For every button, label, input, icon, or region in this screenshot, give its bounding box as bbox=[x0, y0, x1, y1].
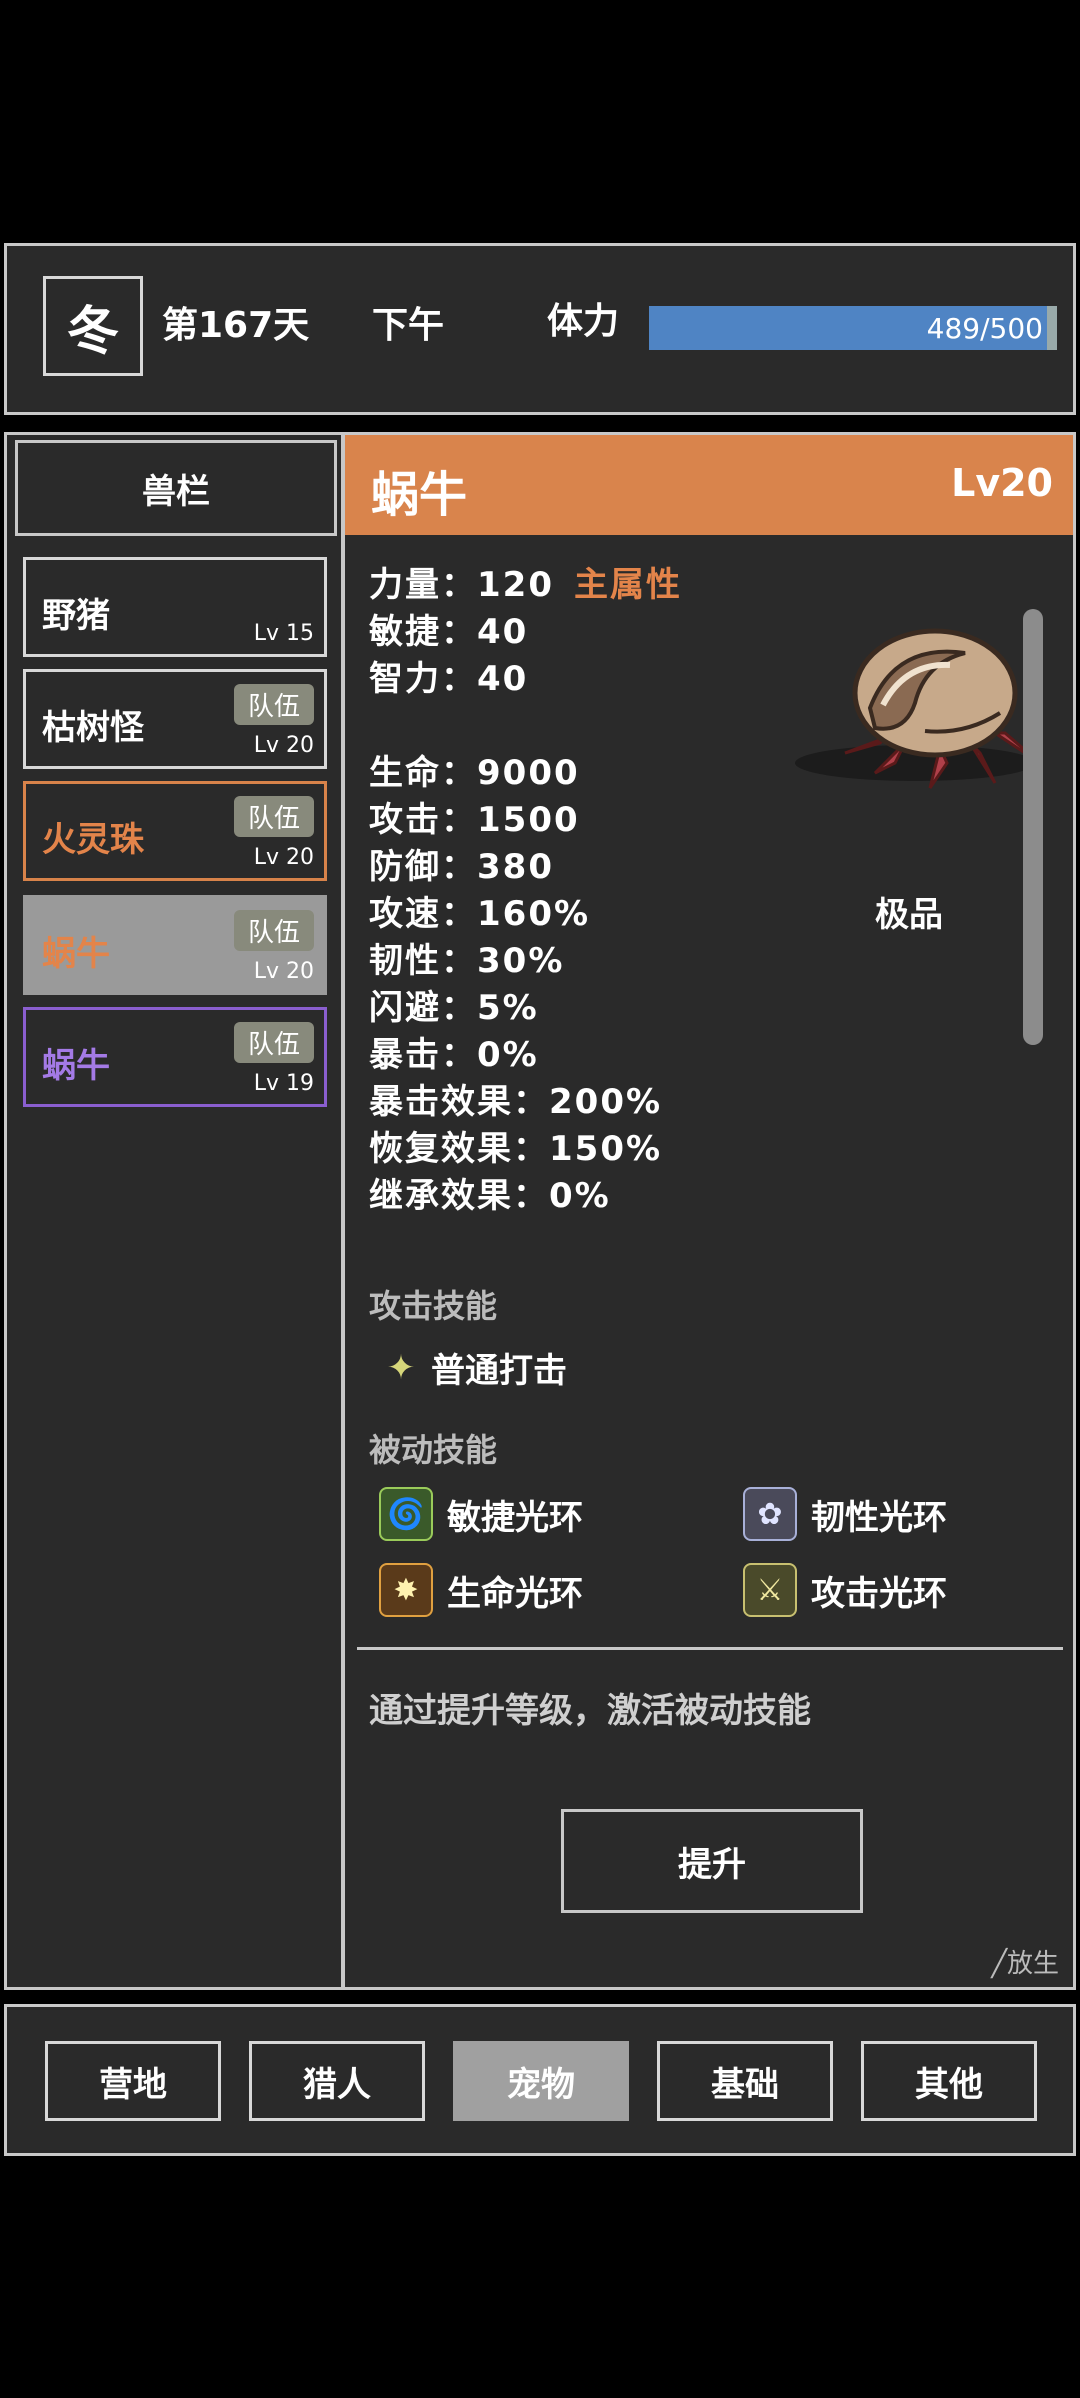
sword-icon: ⚔ bbox=[743, 1563, 797, 1617]
pet-name: 枯树怪 bbox=[42, 708, 144, 748]
stamina-value: 489/500 bbox=[926, 312, 1043, 345]
pet-list-title: 兽栏 bbox=[15, 440, 337, 536]
stat-crit: 暴击：0% bbox=[369, 1035, 539, 1075]
stamina-bar: 489/500 bbox=[649, 306, 1057, 350]
skill-attack-aura[interactable]: ⚔ 攻击光环 bbox=[743, 1563, 947, 1617]
quality-label: 极品 bbox=[875, 895, 943, 935]
pet-name: 火灵珠 bbox=[42, 820, 144, 860]
sparkle-icon: ✦ bbox=[386, 1347, 416, 1388]
pet-list-item[interactable]: 野猪 Lv 15 bbox=[23, 557, 327, 657]
pet-level: Lv 20 bbox=[253, 733, 314, 758]
stat-dodge: 闪避：5% bbox=[369, 988, 539, 1028]
skill-name: 生命光环 bbox=[447, 1573, 583, 1614]
stamina-label: 体力 bbox=[547, 301, 620, 342]
stat-value: 力量：120 bbox=[369, 565, 554, 605]
skill-name: 普通打击 bbox=[431, 1351, 567, 1391]
pet-detail-name: 蜗牛 bbox=[371, 467, 468, 523]
pet-level: Lv 20 bbox=[253, 845, 314, 870]
pet-detail-panel: 蜗牛 Lv20 力量：120 主属性 敏捷：40 智力：40 生命：9000 攻击… bbox=[342, 432, 1076, 1990]
burst-icon: ✸ bbox=[379, 1563, 433, 1617]
skill-life-aura[interactable]: ✸ 生命光环 bbox=[379, 1563, 583, 1617]
stat-intelligence: 智力：40 bbox=[369, 659, 529, 699]
pet-name: 蜗牛 bbox=[42, 1046, 110, 1086]
bottom-nav: 营地 猎人 宠物 基础 其他 bbox=[4, 2004, 1076, 2156]
stat-strength: 力量：120 主属性 bbox=[369, 557, 682, 606]
pet-level: Lv 19 bbox=[253, 1071, 314, 1096]
nav-pets[interactable]: 宠物 bbox=[453, 2041, 629, 2121]
stat-hp: 生命：9000 bbox=[369, 753, 580, 793]
nav-camp[interactable]: 营地 bbox=[45, 2041, 221, 2121]
pet-detail-level: Lv20 bbox=[951, 461, 1053, 505]
stat-inherit-effect: 继承效果：0% bbox=[369, 1176, 611, 1216]
flower-icon: ✿ bbox=[743, 1487, 797, 1541]
skill-toughness-aura[interactable]: ✿ 韧性光环 bbox=[743, 1487, 947, 1541]
stat-recovery-effect: 恢复效果：150% bbox=[369, 1129, 663, 1169]
skill-name: 攻击光环 bbox=[811, 1573, 947, 1614]
season-badge: 冬 bbox=[43, 276, 143, 376]
release-link[interactable]: ╱放生 bbox=[991, 1943, 1059, 1980]
skill-name: 敏捷光环 bbox=[447, 1497, 583, 1538]
stat-attack: 攻击：1500 bbox=[369, 800, 580, 840]
stats-scrollbar[interactable] bbox=[1023, 609, 1043, 1045]
team-badge: 队伍 bbox=[233, 910, 314, 951]
nav-hunter[interactable]: 猎人 bbox=[249, 2041, 425, 2121]
day-counter: 第167天 bbox=[162, 305, 310, 346]
skill-name: 韧性光环 bbox=[811, 1497, 947, 1538]
nav-basic[interactable]: 基础 bbox=[657, 2041, 833, 2121]
pet-list-panel: 兽栏 野猪 Lv 15 队伍 枯树怪 Lv 20 队伍 火灵珠 Lv 20 队伍… bbox=[4, 432, 344, 1990]
stat-attack-speed: 攻速：160% bbox=[369, 894, 591, 934]
upgrade-button[interactable]: 提升 bbox=[561, 1809, 863, 1913]
pet-list-item[interactable]: 队伍 火灵珠 Lv 20 bbox=[23, 781, 327, 881]
divider bbox=[357, 1647, 1063, 1650]
pet-name: 蜗牛 bbox=[42, 934, 110, 974]
pet-list-item[interactable]: 队伍 枯树怪 Lv 20 bbox=[23, 669, 327, 769]
pet-name: 野猪 bbox=[42, 596, 110, 636]
pet-header: 蜗牛 Lv20 bbox=[345, 435, 1073, 535]
stamina-bar-end bbox=[1047, 306, 1057, 350]
tornado-icon: 🌀 bbox=[379, 1487, 433, 1541]
attack-skills-title: 攻击技能 bbox=[369, 1287, 498, 1325]
skill-agility-aura[interactable]: 🌀 敏捷光环 bbox=[379, 1487, 583, 1541]
skill-normal-strike[interactable]: ✦ 普通打击 bbox=[385, 1343, 567, 1392]
stat-agility: 敏捷：40 bbox=[369, 612, 529, 652]
pet-list-item-selected[interactable]: 队伍 蜗牛 Lv 20 bbox=[23, 895, 327, 995]
team-badge: 队伍 bbox=[233, 684, 314, 725]
stat-crit-effect: 暴击效果：200% bbox=[369, 1082, 663, 1122]
pet-level: Lv 20 bbox=[253, 959, 314, 984]
team-badge: 队伍 bbox=[233, 1022, 314, 1063]
snail-portrait bbox=[795, 628, 1041, 789]
nav-other[interactable]: 其他 bbox=[861, 2041, 1037, 2121]
passive-skills-title: 被动技能 bbox=[369, 1431, 498, 1469]
stat-toughness: 韧性：30% bbox=[369, 941, 565, 981]
hint-text: 通过提升等级，激活被动技能 bbox=[369, 1691, 811, 1731]
time-of-day: 下午 bbox=[372, 305, 445, 346]
team-badge: 队伍 bbox=[233, 796, 314, 837]
pet-level: Lv 15 bbox=[253, 621, 314, 646]
status-bar: 冬 第167天 下午 体力 489/500 bbox=[4, 243, 1076, 415]
stat-defense: 防御：380 bbox=[369, 847, 554, 887]
main-attribute-label: 主属性 bbox=[573, 565, 682, 605]
pet-list-item[interactable]: 队伍 蜗牛 Lv 19 bbox=[23, 1007, 327, 1107]
